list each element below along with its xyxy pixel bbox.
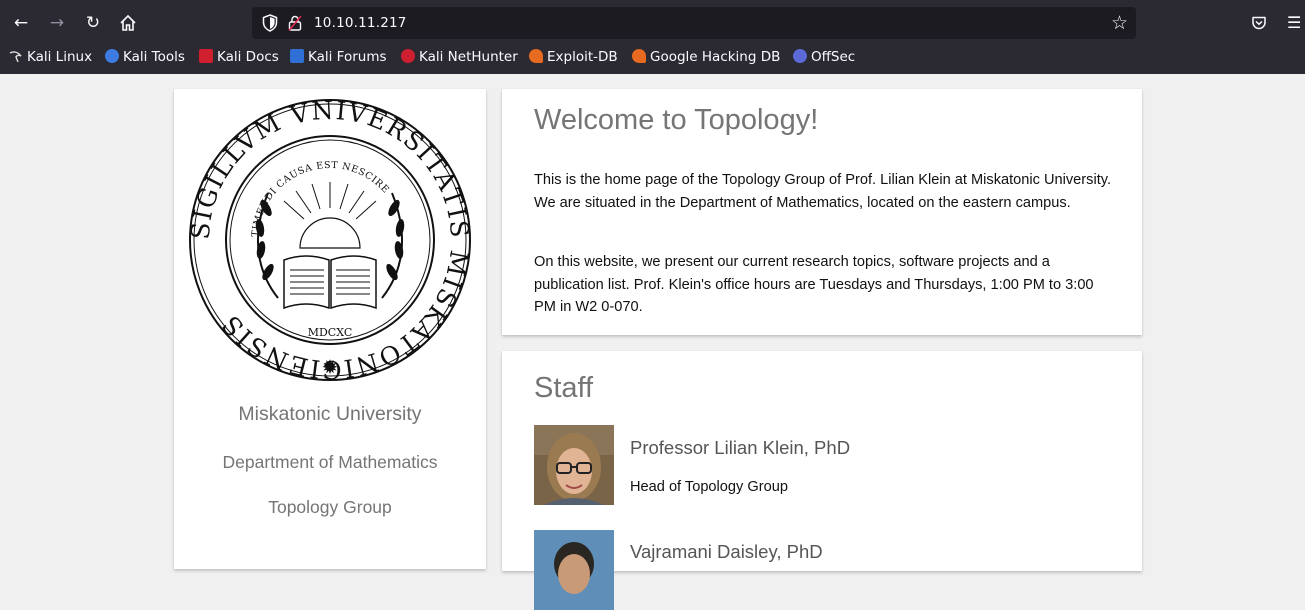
kali-docs-icon [199, 49, 213, 63]
staff-title: Staff [534, 372, 594, 404]
exploit-db-icon [529, 49, 543, 63]
bookmark-kali-tools[interactable]: Kali Tools [105, 46, 185, 68]
back-arrow-icon[interactable]: ← [10, 12, 32, 34]
tracking-shield-icon[interactable] [262, 14, 278, 32]
staff-name: Professor Lilian Klein, PhD [630, 437, 851, 458]
bookmark-kali-docs[interactable]: Kali Docs [199, 46, 279, 68]
insecure-lock-icon[interactable] [288, 15, 302, 32]
staff-name: Vajramani Daisley, PhD [630, 541, 823, 562]
bookmark-label: Kali Tools [123, 49, 185, 65]
staff-role: Head of Topology Group [630, 479, 788, 495]
bookmark-label: Kali Docs [217, 49, 279, 65]
staff-photo-daisley [534, 530, 614, 610]
browser-chrome: ← → ↻ 10.10.11.217 ☆ ☰ Kali Linux Kali T… [0, 0, 1305, 74]
menu-hamburger-icon[interactable]: ☰ [1287, 12, 1301, 34]
department-name: Department of Mathematics [222, 452, 438, 472]
bookmark-google-hacking-db[interactable]: Google Hacking DB [632, 46, 780, 68]
staff-card: Staff Professor Lilian Klein, PhD Head o… [502, 351, 1142, 610]
kali-dragon-icon [9, 48, 23, 63]
home-icon[interactable] [117, 12, 139, 34]
pocket-icon[interactable] [1251, 12, 1267, 37]
bookmark-label: Kali Linux [27, 49, 93, 65]
ghdb-icon [632, 49, 646, 63]
university-name: Miskatonic University [238, 403, 422, 425]
reload-icon[interactable]: ↻ [82, 12, 104, 34]
welcome-title: Welcome to Topology! [534, 104, 819, 136]
offsec-icon [793, 49, 807, 63]
bookmark-offsec[interactable]: OffSec [793, 46, 855, 68]
bookmark-star-icon[interactable]: ☆ [1111, 12, 1128, 34]
university-seal: SIGILLVM VNIVERSITATIS MISKATONICIENSIS … [188, 98, 472, 382]
kali-nethunter-icon [401, 49, 415, 63]
bookmark-label: Kali Forums [308, 49, 387, 65]
bookmark-kali-forums[interactable]: Kali Forums [290, 46, 387, 68]
group-name: Topology Group [268, 497, 392, 517]
bookmark-kali-nethunter[interactable]: Kali NetHunter [401, 46, 518, 68]
kali-forums-icon [290, 49, 304, 63]
kali-tools-icon [105, 49, 119, 63]
bookmark-label: Exploit-DB [547, 49, 618, 65]
bookmark-label: OffSec [811, 49, 856, 65]
welcome-card: Welcome to Topology! This is the home pa… [502, 89, 1142, 335]
welcome-paragraph-1: This is the home page of the Topology Gr… [534, 172, 1112, 211]
sidebar-card: SIGILLVM VNIVERSITATIS MISKATONICIENSIS … [174, 89, 486, 569]
staff-photo-klein [534, 425, 614, 505]
bookmark-kali-linux[interactable]: Kali Linux [9, 46, 92, 68]
address-bar[interactable]: 10.10.11.217 ☆ [252, 7, 1136, 39]
bookmarks-toolbar: Kali Linux Kali Tools Kali Docs Kali For… [0, 46, 1305, 68]
bookmark-label: Google Hacking DB [650, 49, 781, 65]
page-content: SIGILLVM VNIVERSITATIS MISKATONICIENSIS … [0, 74, 1305, 610]
forward-arrow-icon[interactable]: → [46, 12, 68, 34]
seal-star-icon: ✹ [322, 355, 339, 379]
seal-year: MDCXC [308, 326, 353, 339]
bookmark-label: Kali NetHunter [419, 49, 518, 65]
url-text[interactable]: 10.10.11.217 [314, 7, 407, 39]
bookmark-exploit-db[interactable]: Exploit-DB [529, 46, 618, 68]
welcome-paragraph-2: On this website, we present our current … [534, 254, 1094, 315]
